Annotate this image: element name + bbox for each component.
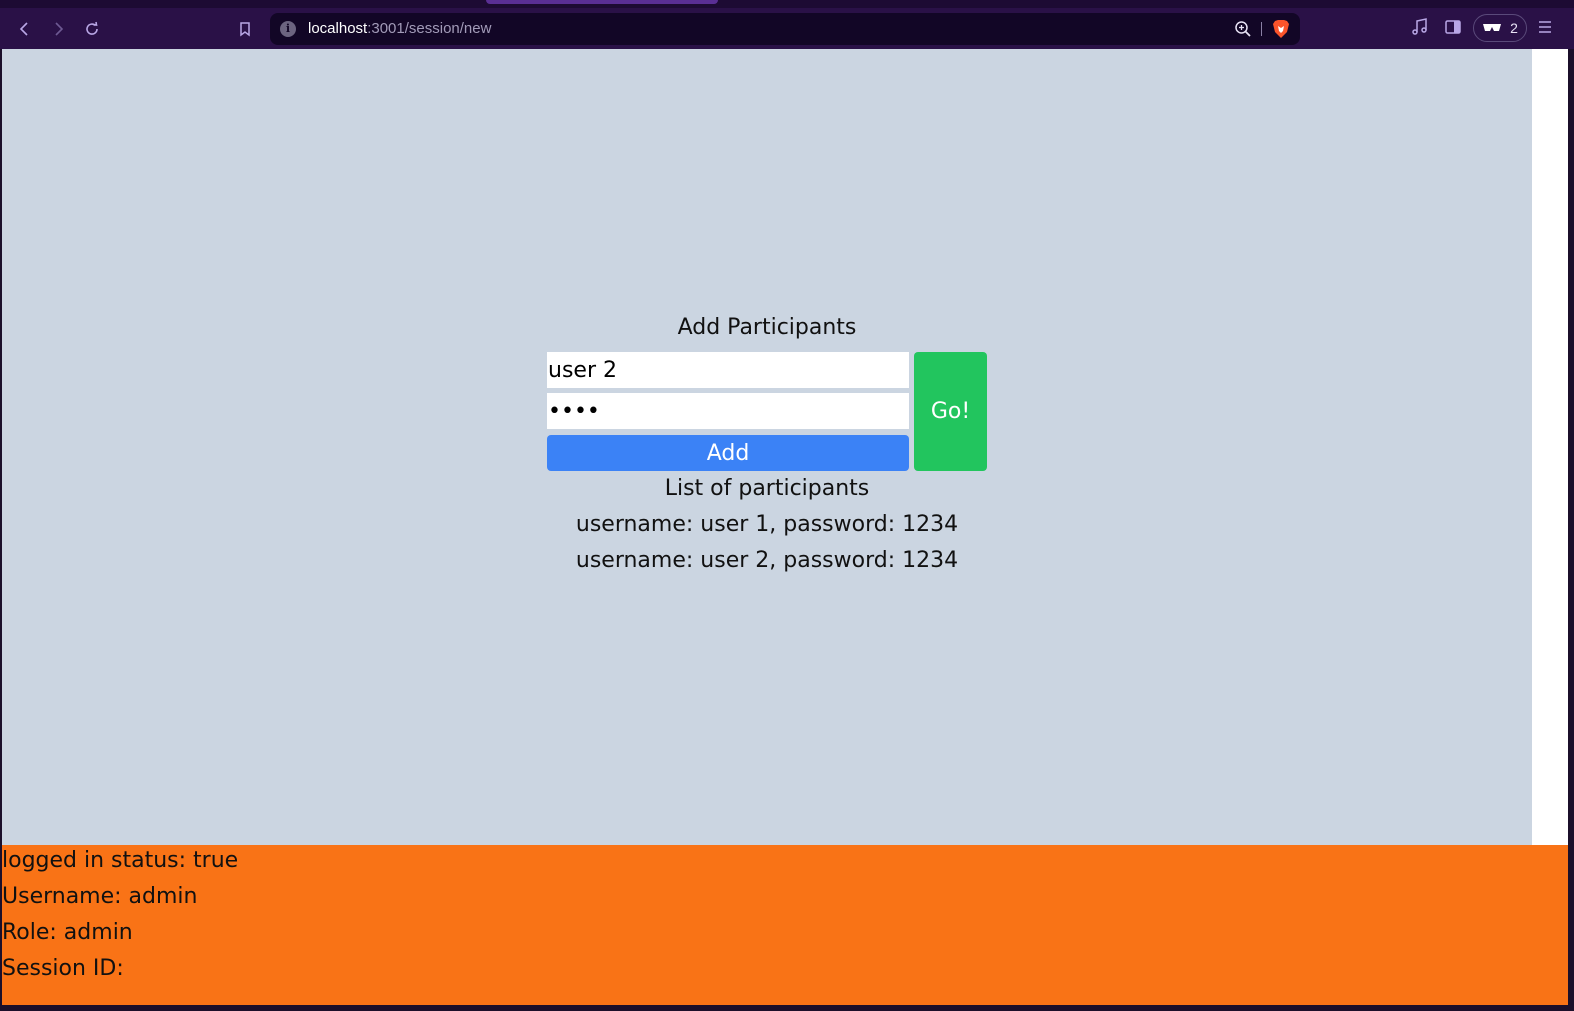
brave-shield-icon[interactable] (1272, 19, 1290, 39)
address-bar[interactable]: i localhost:3001/session/new (270, 13, 1300, 45)
participants-list-title: List of participants (664, 476, 870, 501)
forward-icon[interactable] (45, 16, 71, 42)
browser-toolbar: i localhost:3001/session/new 2 (0, 0, 1574, 49)
url-path: :3001/session/new (367, 20, 492, 37)
session-id-status: Session ID: (2, 956, 124, 981)
site-info-icon[interactable]: i (280, 21, 296, 37)
active-tab-indicator[interactable] (486, 0, 718, 4)
reload-icon[interactable] (79, 16, 105, 42)
page-viewport: Add Participants Add Go! List of partici… (2, 49, 1568, 1005)
go-button[interactable]: Go! (914, 352, 987, 471)
page-title: Add Participants (677, 315, 857, 340)
url-host: localhost (308, 20, 368, 37)
bookmark-icon[interactable] (232, 16, 258, 42)
password-input[interactable] (547, 393, 909, 429)
role-status: Role: admin (2, 920, 133, 945)
wallet-count: 2 (1510, 20, 1518, 36)
list-item: username: user 2, password: 1234 (575, 548, 959, 573)
username-status: Username: admin (2, 884, 198, 909)
wallet-icon (1483, 24, 1502, 31)
add-button[interactable]: Add (547, 435, 909, 471)
url-divider (1261, 22, 1262, 36)
session-status-bar: logged in status: true Username: admin R… (2, 845, 1568, 1005)
menu-icon[interactable] (1535, 17, 1555, 37)
main-content: Add Participants Add Go! List of partici… (2, 49, 1532, 845)
sidebar-icon[interactable] (1443, 17, 1463, 37)
back-icon[interactable] (12, 16, 38, 42)
username-input[interactable] (547, 352, 909, 388)
logged-in-status: logged in status: true (2, 848, 239, 873)
list-item: username: user 1, password: 1234 (575, 512, 959, 537)
media-icon[interactable] (1410, 17, 1430, 37)
url-text[interactable]: localhost:3001/session/new (308, 20, 491, 37)
zoom-icon[interactable] (1234, 20, 1252, 38)
wallet-button[interactable]: 2 (1473, 14, 1527, 42)
